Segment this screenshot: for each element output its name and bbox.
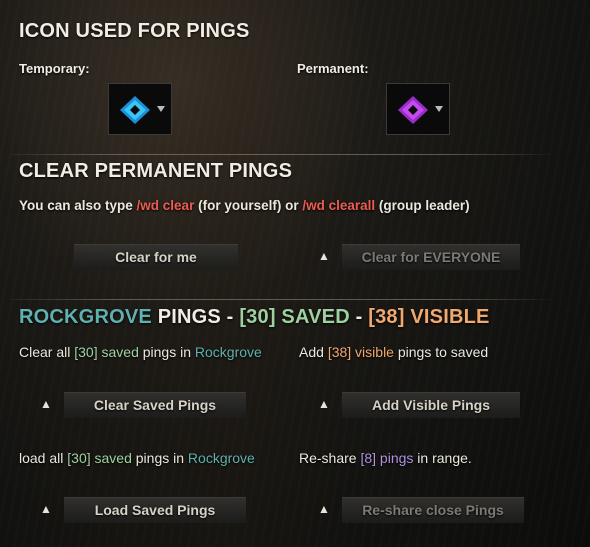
zone-name: ROCKGROVE <box>19 306 152 328</box>
warning-icon: ▲ <box>318 397 330 411</box>
reshare-close-pings-button[interactable]: Re-share close Pings <box>342 497 524 523</box>
cmd-clear: /wd clear <box>136 198 195 213</box>
divider <box>10 154 550 155</box>
saved-count: [30] <box>74 344 98 360</box>
visible-word: visible <box>351 344 394 360</box>
saved-word: saved <box>90 450 132 466</box>
divider <box>10 299 550 300</box>
clear-section-title: CLEAR PERMANENT PINGS <box>19 160 293 182</box>
reshare-word: pings <box>376 450 414 466</box>
warning-icon: ▲ <box>318 502 330 516</box>
desc-text: Re-share <box>299 450 361 466</box>
desc-text: load all <box>19 450 68 466</box>
add-visible-pings-button[interactable]: Add Visible Pings <box>342 392 520 418</box>
saved-word: saved <box>97 344 139 360</box>
clear-saved-pings-button[interactable]: Clear Saved Pings <box>64 392 246 418</box>
blue-diamond-ping-icon <box>120 96 150 124</box>
permanent-icon-dropdown[interactable] <box>386 83 450 135</box>
saved-count: [30] <box>67 450 91 466</box>
zone-name: Rockgrove <box>187 450 255 466</box>
cmd-clearall: /wd clearall <box>302 198 376 213</box>
desc-text: pings to saved <box>393 344 489 360</box>
saved-count-tag: [30] SAVED <box>239 306 350 328</box>
clear-saved-desc: Clear all [30] saved pings in Rockgrove <box>19 344 262 360</box>
load-saved-pings-button[interactable]: Load Saved Pings <box>64 497 246 523</box>
desc-text: Clear all <box>19 344 75 360</box>
desc-text: Add <box>299 344 328 360</box>
load-saved-desc: load all [30] saved pings in Rockgrove <box>19 450 255 466</box>
zone-name: Rockgrove <box>194 344 262 360</box>
warning-icon: ▲ <box>40 502 52 516</box>
visible-count: [38] <box>327 344 352 360</box>
hint-text: (for yourself) or <box>194 198 303 213</box>
reshare-count: [8] <box>360 450 377 466</box>
hint-text: You can also type <box>19 198 137 213</box>
icon-section-title: ICON USED FOR PINGS <box>19 20 250 42</box>
warning-icon: ▲ <box>40 397 52 411</box>
zone-section-title: ROCKGROVE PINGS - [30] SAVED - [38] VISI… <box>19 306 490 329</box>
desc-text: pings in <box>138 344 195 360</box>
purple-diamond-ping-icon <box>398 96 428 124</box>
clear-for-me-button[interactable]: Clear for me <box>74 244 238 270</box>
reshare-desc: Re-share [8] pings in range. <box>299 450 472 466</box>
temporary-label: Temporary: <box>19 61 90 76</box>
clear-for-everyone-button[interactable]: Clear for EVERYONE <box>342 244 520 270</box>
add-visible-desc: Add [38] visible pings to saved <box>299 344 488 360</box>
chevron-down-icon <box>435 106 443 112</box>
desc-text: in range. <box>413 450 472 466</box>
visible-count-tag: [38] VISIBLE <box>368 306 490 328</box>
chevron-down-icon <box>157 106 165 112</box>
title-separator: - <box>349 306 369 328</box>
temporary-icon-dropdown[interactable] <box>108 83 172 135</box>
hint-text: (group leader) <box>375 198 470 213</box>
permanent-label: Permanent: <box>297 61 369 76</box>
desc-text: pings in <box>131 450 188 466</box>
warning-icon: ▲ <box>318 249 330 263</box>
title-text: PINGS - <box>151 306 240 328</box>
clear-hint: You can also type /wd clear (for yoursel… <box>19 198 470 213</box>
